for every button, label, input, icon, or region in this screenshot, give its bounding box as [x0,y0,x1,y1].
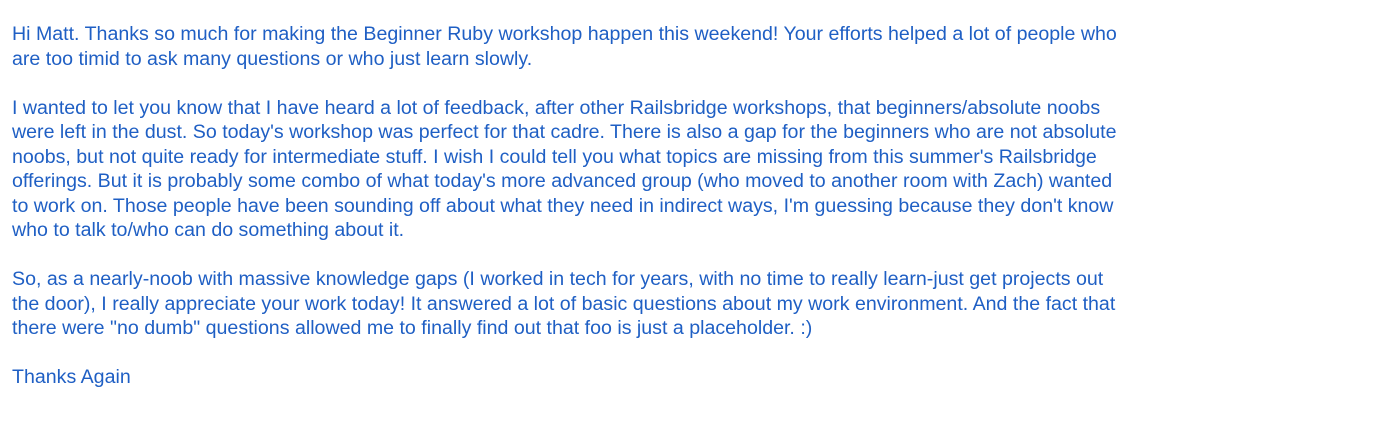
text-line: I wanted to let you know that I have hea… [12,96,1101,119]
text-line: there were "no dumb" questions allowed m… [12,317,813,339]
email-message-body: Hi Matt. Thanks so much for making the B… [0,0,1394,444]
text-line: to work on. Those people have been sound… [12,194,1114,217]
greeting-paragraph: Hi Matt. Thanks so much for making the B… [12,22,1382,71]
text-line: Hi Matt. Thanks so much for making the B… [12,23,1117,45]
text-line: were left in the dust. So today's worksh… [12,121,1117,143]
text-line: are too timid to ask many questions or w… [12,47,533,70]
text-line: So, as a nearly-noob with massive knowle… [12,268,1104,290]
appreciation-paragraph: So, as a nearly-noob with massive knowle… [12,267,1382,341]
text-line: noobs, but not quite ready for intermedi… [12,145,1097,168]
text-line: who to talk to/who can do something abou… [12,219,405,241]
feedback-paragraph: I wanted to let you know that I have hea… [12,96,1382,243]
signoff: Thanks Again [12,366,131,388]
text-line: the door), I really appreciate your work… [12,292,1116,315]
text-line: offerings. But it is probably some combo… [12,170,1113,192]
